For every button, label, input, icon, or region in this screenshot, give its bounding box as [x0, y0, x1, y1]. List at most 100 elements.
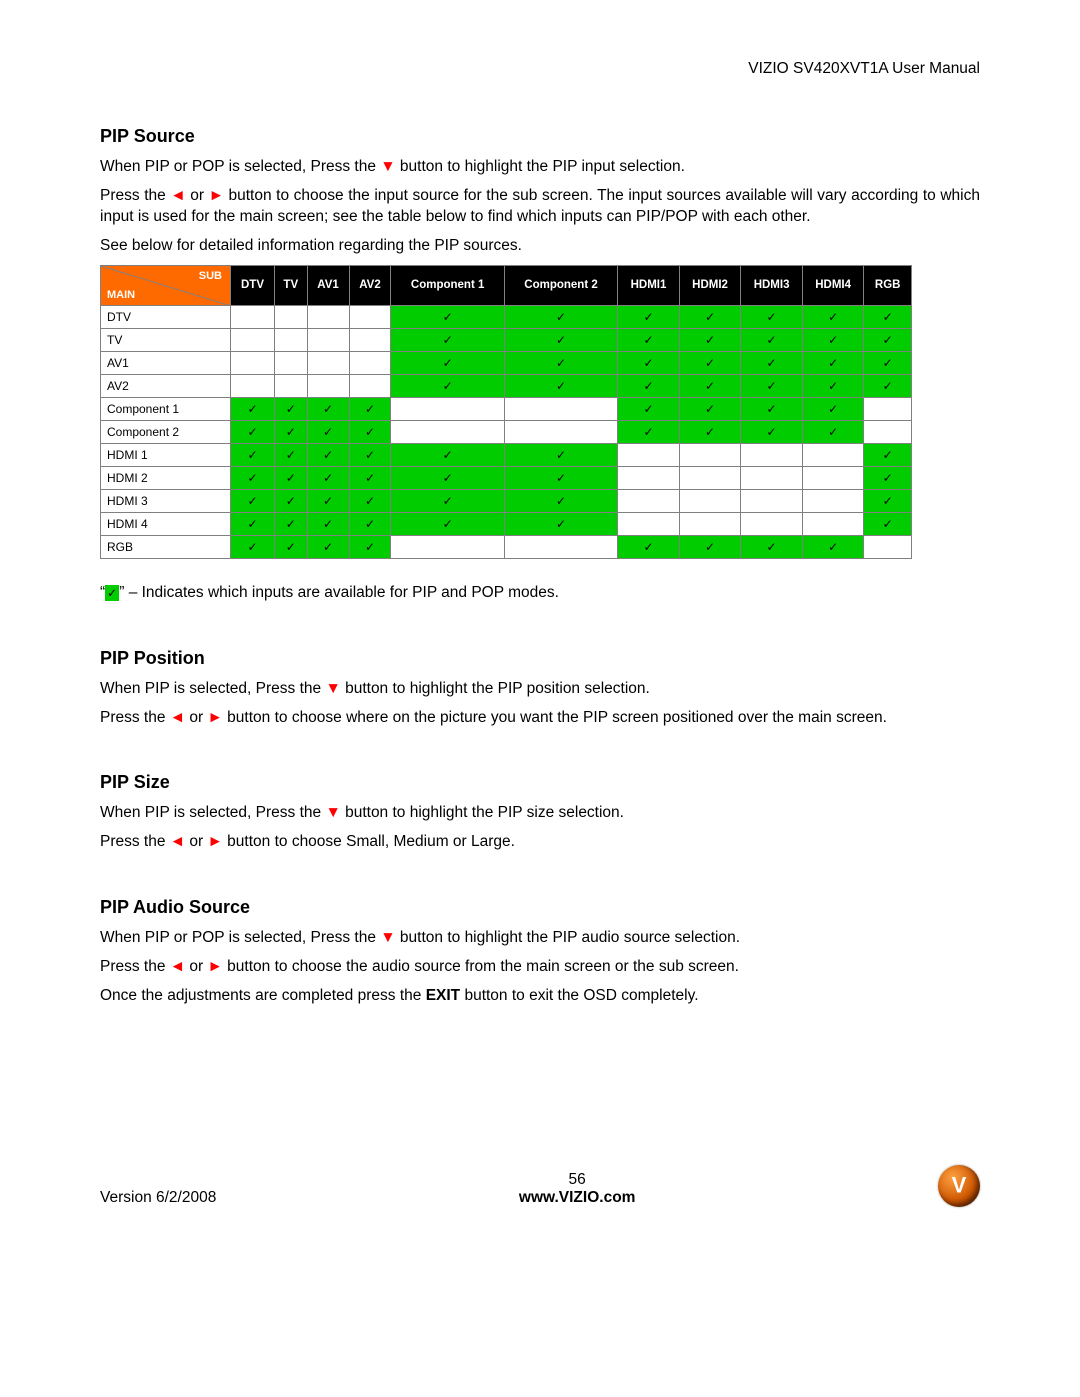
- left-arrow-icon: ◄: [170, 187, 185, 204]
- pip-size-p1: When PIP is selected, Press the ▼ button…: [100, 803, 980, 824]
- footer-version: Version 6/2/2008: [100, 1189, 216, 1207]
- table-cell-empty: [504, 420, 617, 443]
- table-cell-check: ✓: [864, 374, 912, 397]
- table-cell-check: ✓: [741, 420, 803, 443]
- down-arrow-icon: ▼: [325, 680, 340, 697]
- table-cell-check: ✓: [349, 443, 391, 466]
- right-arrow-icon: ►: [209, 187, 224, 204]
- table-cell-check: ✓: [307, 512, 349, 535]
- page-content: VIZIO SV420XVT1A User Manual PIP Source …: [100, 60, 980, 1051]
- table-cell-check: ✓: [349, 535, 391, 558]
- table-column-header: AV1: [307, 265, 349, 305]
- table-column-header: AV2: [349, 265, 391, 305]
- table-cell-check: ✓: [741, 305, 803, 328]
- heading-pip-position: PIP Position: [100, 648, 980, 669]
- table-cell-check: ✓: [391, 512, 504, 535]
- table-cell-empty: [349, 305, 391, 328]
- table-row-label: HDMI 2: [101, 466, 231, 489]
- table-cell-empty: [864, 420, 912, 443]
- table-cell-empty: [274, 305, 307, 328]
- right-arrow-icon: ►: [208, 709, 223, 726]
- table-cell-check: ✓: [231, 466, 275, 489]
- table-row-label: Component 1: [101, 397, 231, 420]
- down-arrow-icon: ▼: [380, 158, 395, 175]
- table-cell-check: ✓: [231, 512, 275, 535]
- table-cell-check: ✓: [231, 535, 275, 558]
- table-cell-empty: [618, 443, 680, 466]
- table-cell-check: ✓: [741, 351, 803, 374]
- table-cell-check: ✓: [504, 466, 617, 489]
- table-cell-empty: [231, 351, 275, 374]
- table-cell-empty: [802, 489, 864, 512]
- footer-page-number: 56: [216, 1171, 938, 1189]
- table-cell-check: ✓: [864, 305, 912, 328]
- table-cell-check: ✓: [864, 328, 912, 351]
- table-cell-check: ✓: [391, 328, 504, 351]
- table-row-label: AV1: [101, 351, 231, 374]
- table-column-header: HDMI3: [741, 265, 803, 305]
- table-cell-check: ✓: [391, 305, 504, 328]
- down-arrow-icon: ▼: [380, 929, 395, 946]
- table-cell-check: ✓: [391, 466, 504, 489]
- table-cell-empty: [679, 443, 741, 466]
- table-cell-check: ✓: [679, 351, 741, 374]
- table-row: Component 2✓✓✓✓✓✓✓✓: [101, 420, 912, 443]
- table-cell-check: ✓: [307, 443, 349, 466]
- table-cell-check: ✓: [391, 489, 504, 512]
- table-column-header: TV: [274, 265, 307, 305]
- right-arrow-icon: ►: [208, 958, 223, 975]
- table-cell-empty: [274, 374, 307, 397]
- table-cell-empty: [504, 397, 617, 420]
- table-cell-empty: [307, 374, 349, 397]
- table-cell-check: ✓: [802, 328, 864, 351]
- down-arrow-icon: ▼: [325, 804, 340, 821]
- table-row: DTV✓✓✓✓✓✓✓: [101, 305, 912, 328]
- pip-source-p3: See below for detailed information regar…: [100, 236, 980, 257]
- table-cell-check: ✓: [618, 374, 680, 397]
- table-row: HDMI 2✓✓✓✓✓✓✓: [101, 466, 912, 489]
- table-cell-check: ✓: [307, 397, 349, 420]
- table-cell-empty: [231, 374, 275, 397]
- table-cell-check: ✓: [504, 489, 617, 512]
- table-row-label: HDMI 4: [101, 512, 231, 535]
- table-cell-check: ✓: [274, 512, 307, 535]
- table-cell-check: ✓: [349, 489, 391, 512]
- table-cell-empty: [802, 512, 864, 535]
- table-cell-empty: [864, 535, 912, 558]
- table-cell-check: ✓: [741, 397, 803, 420]
- footer-url: www.VIZIO.com: [216, 1189, 938, 1207]
- table-column-header: HDMI2: [679, 265, 741, 305]
- table-cell-empty: [618, 466, 680, 489]
- table-cell-check: ✓: [864, 466, 912, 489]
- table-corner-cell: SUB MAIN: [101, 265, 231, 305]
- table-cell-check: ✓: [618, 305, 680, 328]
- table-cell-check: ✓: [307, 489, 349, 512]
- table-cell-empty: [307, 351, 349, 374]
- heading-pip-size: PIP Size: [100, 772, 980, 793]
- section-pip-position: PIP Position When PIP is selected, Press…: [100, 648, 980, 729]
- table-cell-check: ✓: [504, 512, 617, 535]
- table-cell-check: ✓: [864, 512, 912, 535]
- table-cell-check: ✓: [504, 305, 617, 328]
- table-row-label: HDMI 3: [101, 489, 231, 512]
- table-cell-empty: [679, 466, 741, 489]
- table-cell-empty: [618, 489, 680, 512]
- table-cell-check: ✓: [349, 466, 391, 489]
- check-icon: ✓: [105, 585, 119, 601]
- table-row-label: DTV: [101, 305, 231, 328]
- table-cell-empty: [349, 374, 391, 397]
- table-cell-check: ✓: [504, 443, 617, 466]
- table-cell-check: ✓: [679, 374, 741, 397]
- table-cell-empty: [349, 328, 391, 351]
- table-cell-empty: [274, 351, 307, 374]
- section-pip-size: PIP Size When PIP is selected, Press the…: [100, 772, 980, 853]
- table-cell-check: ✓: [504, 351, 617, 374]
- table-cell-check: ✓: [618, 420, 680, 443]
- table-row-label: HDMI 1: [101, 443, 231, 466]
- table-cell-empty: [307, 328, 349, 351]
- table-cell-empty: [231, 328, 275, 351]
- table-cell-empty: [741, 512, 803, 535]
- table-column-header: Component 2: [504, 265, 617, 305]
- section-pip-audio: PIP Audio Source When PIP or POP is sele…: [100, 897, 980, 1007]
- table-cell-check: ✓: [391, 374, 504, 397]
